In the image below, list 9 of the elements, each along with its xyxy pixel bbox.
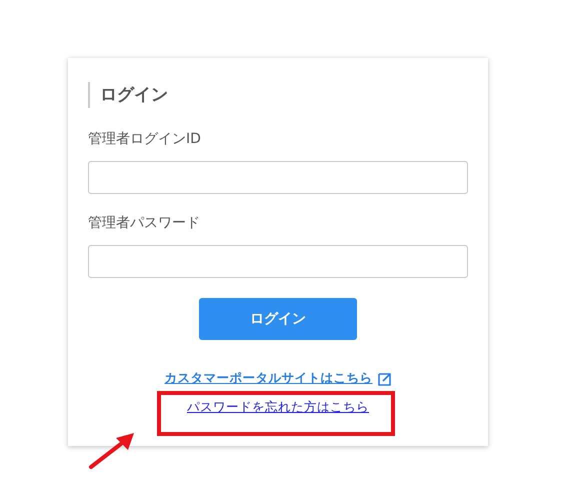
field-label: 管理者ログインID	[88, 130, 202, 148]
field-label: 管理者パスワード	[88, 214, 201, 232]
login-title: ログイン	[88, 82, 468, 108]
input-field[interactable]	[88, 161, 468, 194]
link[interactable]: パスワードを忘れた方はこちら	[187, 399, 369, 416]
input-field[interactable]	[88, 245, 468, 278]
login-button[interactable]: ログイン	[199, 298, 357, 340]
link[interactable]: カスタマーポータルサイトはこちら	[164, 370, 372, 387]
external-link-icon	[378, 372, 392, 386]
